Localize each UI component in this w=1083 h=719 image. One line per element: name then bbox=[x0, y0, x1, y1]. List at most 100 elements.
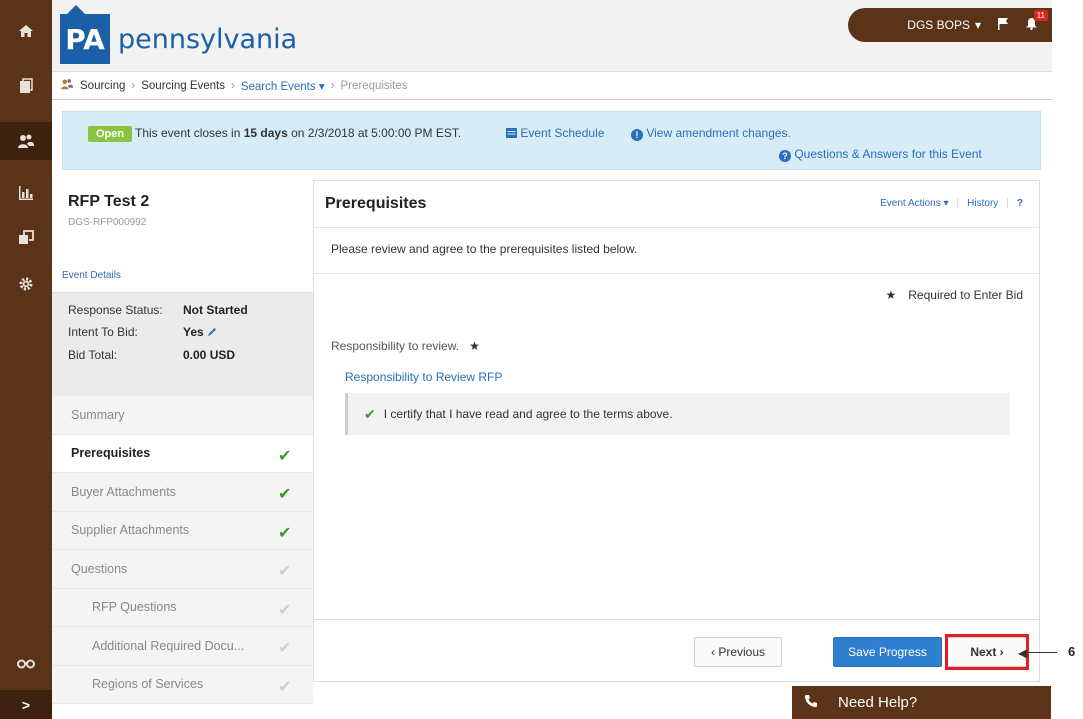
event-status-banner: Open This event closes in 15 days on 2/3… bbox=[62, 111, 1041, 170]
breadcrumb-search-events[interactable]: Search Events ▾ bbox=[241, 79, 325, 93]
nav-item[interactable]: Summary bbox=[52, 396, 313, 435]
breadcrumb-separator-icon: › bbox=[230, 79, 235, 92]
checkmark-icon: ✔ bbox=[278, 640, 292, 657]
response-status-value: Not Started bbox=[183, 303, 248, 317]
logo-text: pennsylvania bbox=[118, 24, 298, 55]
callout-line bbox=[1028, 652, 1057, 653]
breadcrumb-sourcing-events[interactable]: Sourcing Events bbox=[141, 80, 225, 92]
notification-count-badge: 11 bbox=[1033, 10, 1048, 21]
intent-to-bid-row: Intent To Bid: Yes bbox=[68, 325, 217, 339]
left-rail: > bbox=[0, 0, 52, 719]
nav-item[interactable]: Supplier Attachments ✔ bbox=[52, 511, 313, 550]
divider: | bbox=[1006, 198, 1009, 209]
nav-item[interactable]: Questions ✔ bbox=[52, 550, 313, 589]
panel-actions: Event Actions ▾ | History | ? bbox=[880, 198, 1023, 209]
certify-agreement[interactable]: ✔ I certify that I have read and agree t… bbox=[345, 393, 1010, 435]
save-progress-button[interactable]: Save Progress bbox=[833, 637, 942, 667]
nav-item[interactable]: Additional Required Docu... ✔ bbox=[52, 627, 313, 666]
event-details-link[interactable]: Event Details bbox=[62, 270, 121, 281]
need-help-bar[interactable]: Need Help? bbox=[792, 686, 1051, 719]
help-link[interactable]: ? bbox=[1017, 198, 1023, 209]
nav-item-label: Questions bbox=[71, 561, 128, 576]
caret-down-icon: ▾ bbox=[943, 198, 949, 209]
checkmark-icon: ✔ bbox=[278, 678, 292, 696]
required-star-icon: ★ bbox=[469, 339, 480, 353]
analytics-icon[interactable] bbox=[0, 174, 52, 212]
divider: | bbox=[956, 198, 960, 209]
previous-button[interactable]: ‹ Previous bbox=[694, 637, 782, 667]
event-id: DGS-RFP000992 bbox=[68, 217, 147, 228]
checkmark-icon: ✔ bbox=[278, 601, 292, 619]
nav-item-label: Prerequisites bbox=[71, 446, 151, 461]
divider bbox=[314, 273, 1039, 274]
nav-item-label: Buyer Attachments bbox=[71, 484, 176, 499]
event-schedule-link[interactable]: Event Schedule bbox=[506, 126, 604, 140]
callout-arrow-icon: ◀ bbox=[1018, 646, 1028, 660]
status-badge: Open bbox=[88, 126, 133, 142]
question-icon: ? bbox=[779, 150, 791, 162]
sourcing-users-icon bbox=[60, 78, 74, 93]
breadcrumb-prerequisites: Prerequisites bbox=[340, 79, 408, 92]
qa-link[interactable]: ? Questions & Answers for this Event bbox=[779, 147, 982, 162]
response-status-box: Response Status: Not Started Intent To B… bbox=[52, 292, 313, 402]
checkmark-icon: ✔ bbox=[364, 405, 376, 422]
nav-item-label: Summary bbox=[71, 407, 125, 422]
need-help-label: Need Help? bbox=[838, 694, 918, 711]
user-bar: DGS BOPS ▾ 11 bbox=[848, 8, 1052, 42]
settings-gear-icon[interactable] bbox=[0, 265, 52, 303]
event-close-text: This event closes in 15 days on 2/3/2018… bbox=[135, 126, 462, 140]
notifications-bell-icon[interactable]: 11 bbox=[1025, 10, 1048, 33]
pa-logo[interactable]: PA bbox=[60, 14, 110, 64]
view-amendment-link[interactable]: ! View amendment changes. bbox=[631, 126, 791, 141]
info-icon: ! bbox=[631, 129, 643, 141]
event-actions-menu[interactable]: Event Actions ▾ bbox=[880, 198, 948, 209]
binoculars-icon[interactable] bbox=[0, 644, 52, 682]
divider bbox=[314, 619, 1039, 620]
edit-pencil-icon[interactable] bbox=[207, 325, 217, 339]
prerequisites-intro: Please review and agree to the prerequis… bbox=[331, 242, 638, 256]
chevron-down-icon: ▾ bbox=[318, 80, 325, 93]
breadcrumb-separator-icon: › bbox=[330, 79, 335, 92]
nav-item[interactable]: Regions of Services ✔ bbox=[52, 665, 313, 704]
documents-icon[interactable] bbox=[0, 67, 52, 105]
next-button-highlight bbox=[945, 634, 1029, 670]
bid-total-value: 0.00 USD bbox=[183, 348, 236, 362]
nav-item-label: Supplier Attachments bbox=[71, 523, 190, 538]
intent-to-bid-value: Yes bbox=[183, 325, 217, 339]
divider bbox=[314, 227, 1039, 228]
breadcrumb-separator-icon: › bbox=[131, 79, 136, 92]
app-header: PA pennsylvania DGS BOPS ▾ 11 bbox=[52, 0, 1052, 72]
breadcrumb-divider bbox=[52, 99, 1052, 100]
user-menu[interactable]: DGS BOPS ▾ bbox=[907, 18, 981, 32]
checkmark-icon: ✔ bbox=[278, 524, 292, 542]
nav-item-label: Additional Required Docu... bbox=[92, 638, 245, 653]
caret-down-icon: ▾ bbox=[974, 18, 981, 32]
nav-item-label: Regions of Services bbox=[92, 677, 204, 692]
home-icon[interactable] bbox=[0, 12, 52, 50]
sourcing-users-icon[interactable] bbox=[0, 122, 52, 160]
history-link[interactable]: History bbox=[967, 198, 998, 209]
user-label: DGS BOPS bbox=[907, 18, 970, 32]
callout-number: 6 bbox=[1068, 644, 1076, 659]
page-title: Prerequisites bbox=[325, 195, 427, 212]
nav-item[interactable]: Buyer Attachments ✔ bbox=[52, 473, 313, 512]
breadcrumb-sourcing[interactable]: Sourcing bbox=[80, 80, 125, 92]
contracts-icon[interactable] bbox=[0, 218, 52, 256]
phone-icon bbox=[804, 694, 818, 712]
breadcrumb: Sourcing › Sourcing Events › Search Even… bbox=[60, 78, 408, 93]
responsibility-link[interactable]: Responsibility to Review RFP bbox=[345, 370, 502, 384]
prerequisites-panel: Prerequisites Event Actions ▾ | History … bbox=[313, 180, 1040, 682]
nav-item-label: RFP Questions bbox=[92, 600, 177, 615]
responsibility-label: Responsibility to review. ★ bbox=[331, 339, 480, 353]
flag-icon[interactable] bbox=[997, 17, 1009, 33]
response-status-row: Response Status: Not Started bbox=[68, 303, 248, 317]
event-section-nav: Summary Prerequisites ✔ Buyer Attachments ✔ S… bbox=[52, 396, 313, 704]
bid-total-row: Bid Total: 0.00 USD bbox=[68, 348, 236, 362]
required-legend: ★ Required to Enter Bid bbox=[885, 288, 1024, 302]
required-star-icon: ★ bbox=[885, 288, 897, 302]
checkmark-icon: ✔ bbox=[278, 486, 292, 503]
nav-item[interactable]: Prerequisites ✔ bbox=[52, 434, 313, 473]
nav-item[interactable]: RFP Questions ✔ bbox=[52, 588, 313, 627]
expand-rail-button[interactable]: > bbox=[0, 690, 52, 719]
checkmark-icon: ✔ bbox=[278, 447, 292, 465]
